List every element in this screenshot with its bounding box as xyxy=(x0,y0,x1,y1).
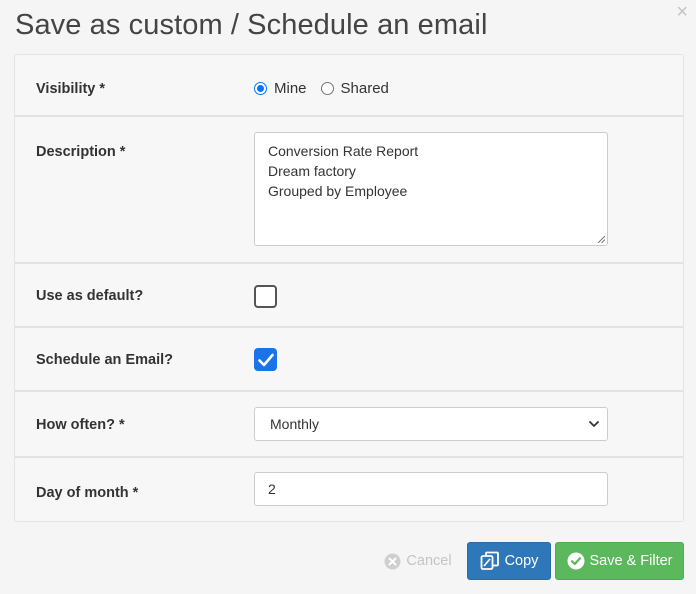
copy-label: Copy xyxy=(504,553,539,569)
day-of-month-row: Day of month * 2 xyxy=(15,458,683,522)
close-icon[interactable]: × xyxy=(676,2,688,22)
use-default-row: Use as default? xyxy=(15,264,683,328)
schedule-email-row: Schedule an Email? xyxy=(15,328,683,392)
day-of-month-label: Day of month * xyxy=(36,485,139,501)
save-custom-dialog: Save as custom / Schedule an email × Vis… xyxy=(0,0,696,594)
save-filter-button[interactable]: Save & Filter xyxy=(555,542,684,580)
how-often-selected-value: Monthly xyxy=(270,416,320,432)
description-textarea[interactable]: Conversion Rate Report Dream factory Gro… xyxy=(254,132,608,246)
visibility-mine-radio[interactable] xyxy=(254,82,267,95)
save-filter-label: Save & Filter xyxy=(589,553,673,569)
resize-grip-icon[interactable] xyxy=(597,235,605,243)
x-circle-icon xyxy=(384,553,401,570)
copy-button[interactable]: Copy xyxy=(467,542,551,580)
description-row: Description * Conversion Rate Report Dre… xyxy=(15,117,683,264)
how-often-label: How often? * xyxy=(36,417,125,433)
use-default-checkbox[interactable] xyxy=(254,285,277,308)
visibility-row: Visibility * Mine Shared xyxy=(15,55,683,117)
visibility-shared-radio[interactable] xyxy=(320,82,334,95)
description-line-2: Dream factory xyxy=(268,163,356,179)
day-of-month-input[interactable]: 2 xyxy=(254,472,608,506)
use-default-label: Use as default? xyxy=(36,288,144,304)
cancel-label: Cancel xyxy=(406,553,452,569)
dialog-title: Save as custom / Schedule an email xyxy=(15,9,488,41)
form-panel: Visibility * Mine Shared Description * C… xyxy=(14,54,684,522)
cancel-button[interactable]: Cancel xyxy=(380,542,456,580)
how-often-row: How often? * Monthly xyxy=(15,392,683,458)
copy-icon xyxy=(480,551,500,571)
day-of-month-value: 2 xyxy=(268,481,276,497)
visibility-radio-group: Mine Shared xyxy=(254,80,403,97)
description-line-3: Grouped by Employee xyxy=(268,183,408,199)
schedule-email-checkbox[interactable] xyxy=(254,348,277,371)
visibility-label: Visibility * xyxy=(36,81,106,97)
check-circle-icon xyxy=(567,552,585,570)
description-line-1: Conversion Rate Report xyxy=(268,143,419,159)
checkmark-icon xyxy=(257,353,274,366)
schedule-email-label: Schedule an Email? xyxy=(36,352,173,368)
description-label: Description * xyxy=(36,144,126,160)
visibility-mine-label[interactable]: Mine xyxy=(274,80,307,97)
visibility-shared-label[interactable]: Shared xyxy=(341,80,389,97)
chevron-down-icon xyxy=(589,421,599,427)
how-often-select[interactable]: Monthly xyxy=(254,407,608,441)
